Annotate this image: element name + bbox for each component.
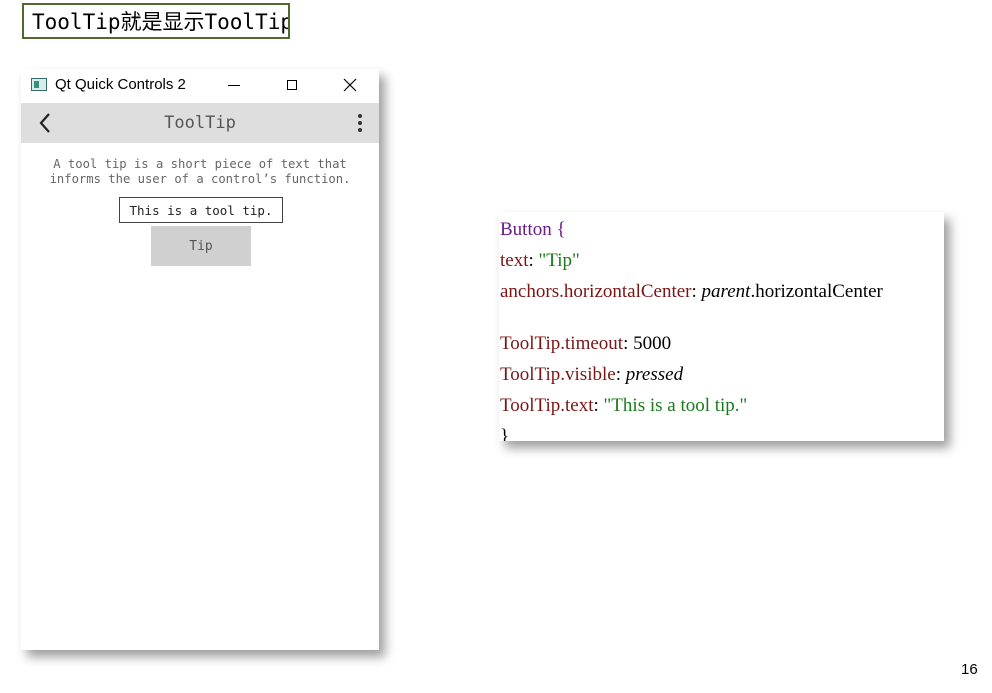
qt-window: Qt Quick Controls 2 ToolTip A tool tip i… — [21, 69, 379, 650]
code-property: ToolTip.text — [500, 395, 594, 416]
tip-button[interactable]: Tip — [151, 226, 251, 266]
code-colon: : — [593, 395, 604, 416]
code-string: "This is a tool tip." — [603, 395, 748, 416]
page-description: A tool tip is a short piece of text that… — [31, 157, 369, 187]
slide-title: ToolTip就是显示ToolTip — [22, 3, 290, 39]
code-object: parent — [701, 281, 751, 302]
minimize-icon — [228, 84, 240, 86]
code-colon: : — [528, 250, 539, 271]
toolbar-title: ToolTip — [164, 113, 236, 133]
maximize-icon — [287, 80, 297, 90]
window-titlebar[interactable]: Qt Quick Controls 2 — [21, 69, 379, 103]
code-number: 5000 — [633, 333, 672, 354]
code-string: "Tip" — [538, 250, 580, 271]
code-line: Button { — [500, 214, 566, 245]
description-line: informs the user of a control’s function… — [49, 172, 351, 186]
code-colon: : — [623, 333, 634, 354]
more-vertical-icon — [358, 128, 362, 132]
code-identifier: pressed — [625, 364, 684, 385]
code-property: ToolTip.timeout — [500, 333, 624, 354]
code-property: ToolTip.visible — [500, 364, 616, 385]
window-title: Qt Quick Controls 2 — [55, 76, 186, 93]
minimize-button[interactable] — [211, 69, 257, 101]
overflow-menu-button[interactable] — [347, 107, 373, 139]
code-line: text: "Tip" — [500, 245, 580, 276]
code-line: ToolTip.timeout: 5000 — [500, 328, 671, 359]
code-property: anchors.horizontalCenter — [500, 281, 692, 302]
code-colon: : — [615, 364, 626, 385]
back-button[interactable] — [29, 107, 61, 139]
close-button[interactable] — [327, 69, 373, 101]
chevron-left-icon — [39, 113, 50, 133]
code-line: ToolTip.text: "This is a tool tip." — [500, 390, 747, 421]
more-vertical-icon — [358, 114, 362, 118]
code-colon: : — [691, 281, 702, 302]
code-line: } — [500, 421, 509, 441]
qt-app-icon — [31, 78, 47, 91]
more-vertical-icon — [358, 121, 362, 125]
code-brace: { — [551, 219, 566, 240]
code-panel: Button { text: "Tip" anchors.horizontalC… — [499, 212, 944, 441]
code-property: text — [500, 250, 529, 271]
code-brace: } — [500, 426, 510, 441]
close-icon — [343, 78, 357, 92]
app-toolbar: ToolTip — [21, 103, 379, 143]
code-member: .horizontalCenter — [750, 281, 883, 302]
code-line: ToolTip.visible: pressed — [500, 359, 683, 390]
code-line: anchors.horizontalCenter: parent.horizon… — [500, 276, 883, 307]
page-number: 16 — [961, 661, 978, 678]
tooltip-popup: This is a tool tip. — [119, 197, 283, 223]
description-line: A tool tip is a short piece of text that — [53, 157, 347, 171]
maximize-button[interactable] — [269, 69, 315, 101]
code-type: Button — [500, 219, 552, 240]
